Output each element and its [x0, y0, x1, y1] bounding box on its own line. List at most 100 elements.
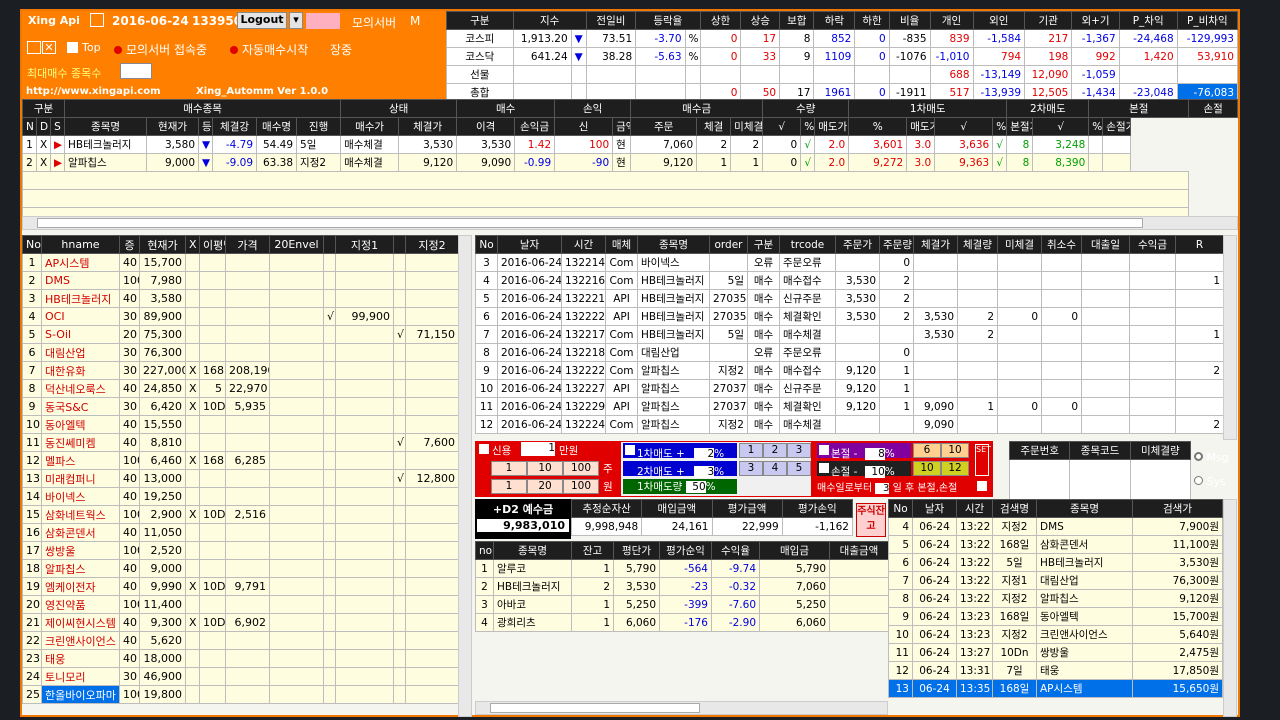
search-row[interactable]: 10 06-24 13:23 지정2 크린앤사이언스 5,640원	[888, 625, 1223, 644]
search-row[interactable]: 13 06-24 13:35 168일 AP시스템 15,650원	[888, 679, 1223, 698]
column-header[interactable]: √	[1032, 117, 1090, 136]
column-header[interactable]: 지정1	[335, 235, 394, 254]
search-row[interactable]: 9 06-24 13:23 168일 동아엘텍 15,700원	[888, 607, 1223, 626]
minimize-icon[interactable]	[27, 41, 41, 54]
order-row[interactable]: 6 2016-06-24 132222 API HB테크놀러지 27035 매수 체결확인 3,…	[475, 307, 1224, 326]
column-header[interactable]: 본절가	[1006, 117, 1034, 136]
column-header[interactable]: √	[762, 117, 802, 136]
column-header[interactable]: 매수가	[340, 117, 400, 136]
column-header[interactable]: 미체결량	[1129, 441, 1192, 460]
balance-row[interactable]: 2 HB테크놀러지 2 3,530 -23 -0.32 7,060	[475, 577, 889, 596]
max-buy-select[interactable]	[120, 63, 152, 79]
logout-button[interactable]: Logout	[237, 12, 287, 29]
search-row[interactable]: 6 06-24 13:22 5일 HB테크놀러지 3,530원	[888, 553, 1223, 572]
column-header[interactable]: trcode	[779, 235, 836, 254]
stock-balance-button[interactable]: 주식잔고	[856, 503, 886, 537]
column-header[interactable]: 잔고	[571, 541, 614, 560]
watchlist-vertical-scrollbar[interactable]	[458, 235, 472, 717]
sonjeol-checkbox[interactable]	[819, 463, 829, 473]
search-row[interactable]: 7 06-24 13:22 지정1 대림산업 76,300원	[888, 571, 1223, 590]
column-header[interactable]: 증	[119, 235, 140, 254]
watch-row[interactable]: 5 S-Oil 20 75,300 √ 71,150	[22, 325, 459, 344]
watch-row[interactable]: 25한올바이오파마10019,800	[22, 685, 459, 704]
order-row[interactable]: 4 2016-06-24 132216 Com HB테크놀러지 5일 매수 매수접수 3,530…	[475, 271, 1224, 290]
preset-button[interactable]: 3	[739, 461, 763, 476]
column-header[interactable]: No	[475, 235, 498, 254]
watch-row[interactable]: 22 크린앤사이언스 40 5,620	[22, 631, 459, 650]
search-row[interactable]: 8 06-24 13:22 지정2 알파칩스 9,120원	[888, 589, 1223, 608]
preset-button[interactable]: 10	[527, 461, 563, 476]
holding-row[interactable]: 1 X ▶ HB테크놀러지 3,580 ▼ -4.79 54.49 5일 매수체결 3,530 3,5…	[22, 135, 1238, 154]
watch-row[interactable]: 14 바이넥스 40 19,250	[22, 487, 459, 506]
sell2-pct-input[interactable]: 3	[694, 466, 715, 478]
column-header[interactable]: no	[475, 541, 494, 560]
holdings-horizontal-scrollbar[interactable]	[22, 216, 1238, 230]
preset-button[interactable]: 1	[739, 443, 763, 458]
balance-row[interactable]: 4 광희리츠 1 6,060 -176 -2.90 6,060	[475, 613, 889, 632]
preset-button[interactable]: 5	[787, 461, 811, 476]
column-header[interactable]: 현재가	[139, 235, 186, 254]
watch-row[interactable]: 19 엠케이전자 40 9,990 X 10D 9,791	[22, 577, 459, 596]
column-header[interactable]: 체결량	[957, 235, 998, 254]
balance-row[interactable]: 1 알루코 1 5,790 -564 -9.74 5,790	[475, 559, 889, 578]
watch-row[interactable]: 18 알파칩스 40 9,000	[22, 559, 459, 578]
column-header[interactable]: 매도가	[906, 117, 936, 136]
column-header[interactable]: 미체결	[730, 117, 764, 136]
top-checkbox[interactable]	[67, 42, 78, 53]
preset-button[interactable]: 10	[913, 461, 941, 476]
sys-radio[interactable]: Sys	[1194, 475, 1226, 488]
column-header[interactable]: No	[22, 235, 42, 254]
market-row[interactable]: 선물 688 -13,149 12,090 -1,059	[446, 65, 1239, 84]
watch-row[interactable]: 13 미래컴퍼니 40 13,000 √ 12,800	[22, 469, 459, 488]
watch-row[interactable]: 4 OCI 30 89,900 √ 99,900	[22, 307, 459, 326]
watch-row[interactable]: 8 덕산네오룩스 40 24,850 X 5 22,970	[22, 379, 459, 398]
column-header[interactable]: 체결강	[212, 117, 258, 136]
column-header[interactable]: 진행	[296, 117, 342, 136]
watch-row[interactable]: 2DMS1007,980	[22, 271, 459, 290]
column-header[interactable]: hname	[41, 235, 120, 254]
column-header[interactable]: 금액	[612, 117, 632, 136]
column-header[interactable]: 추정순자산	[570, 499, 643, 518]
column-header[interactable]: 종목코드	[1069, 441, 1131, 460]
column-header[interactable]: 평단가	[613, 541, 660, 560]
watch-row[interactable]: 23 태웅 40 18,000	[22, 649, 459, 668]
column-header[interactable]: 신	[554, 117, 614, 136]
column-header[interactable]: D	[36, 117, 51, 136]
watch-row[interactable]: 24 토니모리 30 46,900	[22, 667, 459, 686]
order-row[interactable]: 7 2016-06-24 132217 Com HB테크놀러지 5일 매수 매수체결 3,530…	[475, 325, 1224, 344]
watch-row[interactable]: 7대한유화30227,000X168208,190	[22, 361, 459, 380]
watch-row[interactable]: 6 대림산업 30 76,300	[22, 343, 459, 362]
search-row[interactable]: 4 06-24 13:22 지정2 DMS 7,900원	[888, 517, 1223, 536]
column-header[interactable]: 평가손익	[781, 499, 854, 518]
preset-button[interactable]: 2	[763, 443, 787, 458]
column-header[interactable]: 주문번호	[1008, 441, 1071, 460]
sell1-pct-input[interactable]: 2	[694, 448, 715, 460]
preset-button[interactable]: 20	[527, 479, 563, 494]
column-header[interactable]: 대출금액	[829, 541, 889, 560]
column-header[interactable]: 손익금	[514, 117, 556, 136]
column-header[interactable]: 시간	[561, 235, 606, 254]
watch-row[interactable]: 15삼화네트웍스1002,900X10D2,516	[22, 505, 459, 524]
column-header[interactable]: 주문가	[835, 235, 880, 254]
order-row[interactable]: 12 2016-06-24 132224 Com 알파칩스 지정2 매수 매수체결 9,090 2	[475, 415, 1224, 434]
column-header[interactable]: 종목명	[493, 541, 572, 560]
column-header[interactable]: 종목명	[637, 235, 710, 254]
column-header[interactable]: %	[1088, 117, 1104, 136]
column-header[interactable]: 매도가	[814, 117, 850, 136]
search-row[interactable]: 5 06-24 13:22 168일 삼화콘덴서 11,100원	[888, 535, 1223, 554]
chevron-down-icon[interactable]: ▾	[289, 12, 303, 29]
preset-button[interactable]: 4	[763, 461, 787, 476]
column-header[interactable]: %	[848, 117, 908, 136]
column-header[interactable]: 20Envel	[269, 235, 324, 254]
column-header[interactable]: 매수명	[256, 117, 298, 136]
scroll-thumb[interactable]	[490, 703, 700, 713]
column-header[interactable]: 종목명	[1036, 499, 1133, 518]
watch-row[interactable]: 9 동국S&C 30 6,420 X 10D 5,935	[22, 397, 459, 416]
credit-checkbox[interactable]	[479, 444, 489, 454]
sell-qty-input[interactable]: 50	[685, 481, 706, 493]
column-header[interactable]: 체결가	[913, 235, 958, 254]
close-icon[interactable]: ✕	[42, 41, 56, 54]
column-header[interactable]: 이격	[456, 117, 516, 136]
market-row[interactable]: 코스닥 641.24 ▼ 38.28 -5.63% 0 33 9 1109 0 -1076 -1,01…	[446, 47, 1239, 66]
watch-row[interactable]: 11 동진쎄미켐 40 8,810 √ 7,600	[22, 433, 459, 452]
